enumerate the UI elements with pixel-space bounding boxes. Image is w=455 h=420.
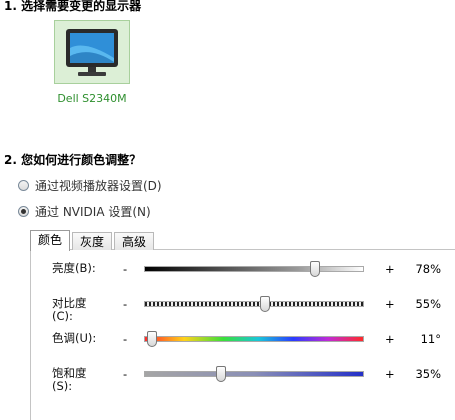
contrast-minus[interactable]: - bbox=[123, 297, 127, 311]
hue-minus[interactable]: - bbox=[123, 332, 127, 346]
option-video-player-label: 通过视频播放器设置(D) bbox=[35, 179, 162, 193]
option-nvidia-label: 通过 NVIDIA 设置(N) bbox=[35, 205, 151, 219]
hue-label: 色调(U): bbox=[52, 331, 97, 345]
monitor-icon bbox=[66, 29, 118, 76]
step1-title: 1. 选择需要变更的显示器 bbox=[4, 0, 142, 13]
step2-title: 2. 您如何进行颜色调整？ bbox=[4, 153, 142, 167]
hue-slider[interactable] bbox=[144, 331, 364, 347]
radio-nvidia[interactable] bbox=[18, 206, 29, 217]
tab-color[interactable]: 颜色 bbox=[30, 230, 71, 251]
brightness-thumb[interactable] bbox=[310, 261, 321, 277]
contrast-slider[interactable] bbox=[144, 296, 364, 312]
saturation-thumb[interactable] bbox=[216, 366, 227, 382]
radio-video-player[interactable] bbox=[18, 180, 29, 191]
hue-thumb[interactable] bbox=[146, 331, 157, 347]
saturation-slider[interactable] bbox=[144, 366, 364, 382]
saturation-row: 饱和度 (S): - + 35% bbox=[52, 363, 452, 393]
brightness-plus[interactable]: + bbox=[385, 262, 395, 276]
saturation-value: 35% bbox=[415, 367, 441, 381]
brightness-minus[interactable]: - bbox=[123, 262, 127, 276]
option-video-player[interactable]: 通过视频播放器设置(D) bbox=[18, 177, 162, 194]
contrast-row: 对比度 (C): - + 55% bbox=[52, 293, 452, 323]
monitor-name[interactable]: Dell S2340M bbox=[46, 92, 138, 105]
saturation-label: 饱和度 (S): bbox=[52, 366, 87, 393]
tab-bar: 颜色 灰度 高级 bbox=[30, 230, 156, 251]
tab-advanced[interactable]: 高级 bbox=[114, 232, 155, 250]
contrast-plus[interactable]: + bbox=[385, 297, 395, 311]
brightness-row: 亮度(B): - + 78% bbox=[52, 258, 452, 286]
contrast-value: 55% bbox=[415, 297, 441, 311]
contrast-label: 对比度 (C): bbox=[52, 296, 87, 323]
option-nvidia[interactable]: 通过 NVIDIA 设置(N) bbox=[18, 203, 151, 220]
tab-grayscale[interactable]: 灰度 bbox=[72, 232, 113, 250]
brightness-label: 亮度(B): bbox=[52, 261, 96, 275]
brightness-slider[interactable] bbox=[144, 261, 364, 277]
saturation-plus[interactable]: + bbox=[385, 367, 395, 381]
brightness-value: 78% bbox=[415, 262, 441, 276]
hue-plus[interactable]: + bbox=[385, 332, 395, 346]
hue-row: 色调(U): - + 11° bbox=[52, 328, 452, 356]
saturation-minus[interactable]: - bbox=[123, 367, 127, 381]
contrast-thumb[interactable] bbox=[259, 296, 270, 312]
monitor-tile[interactable] bbox=[54, 20, 130, 84]
hue-value: 11° bbox=[420, 332, 441, 346]
